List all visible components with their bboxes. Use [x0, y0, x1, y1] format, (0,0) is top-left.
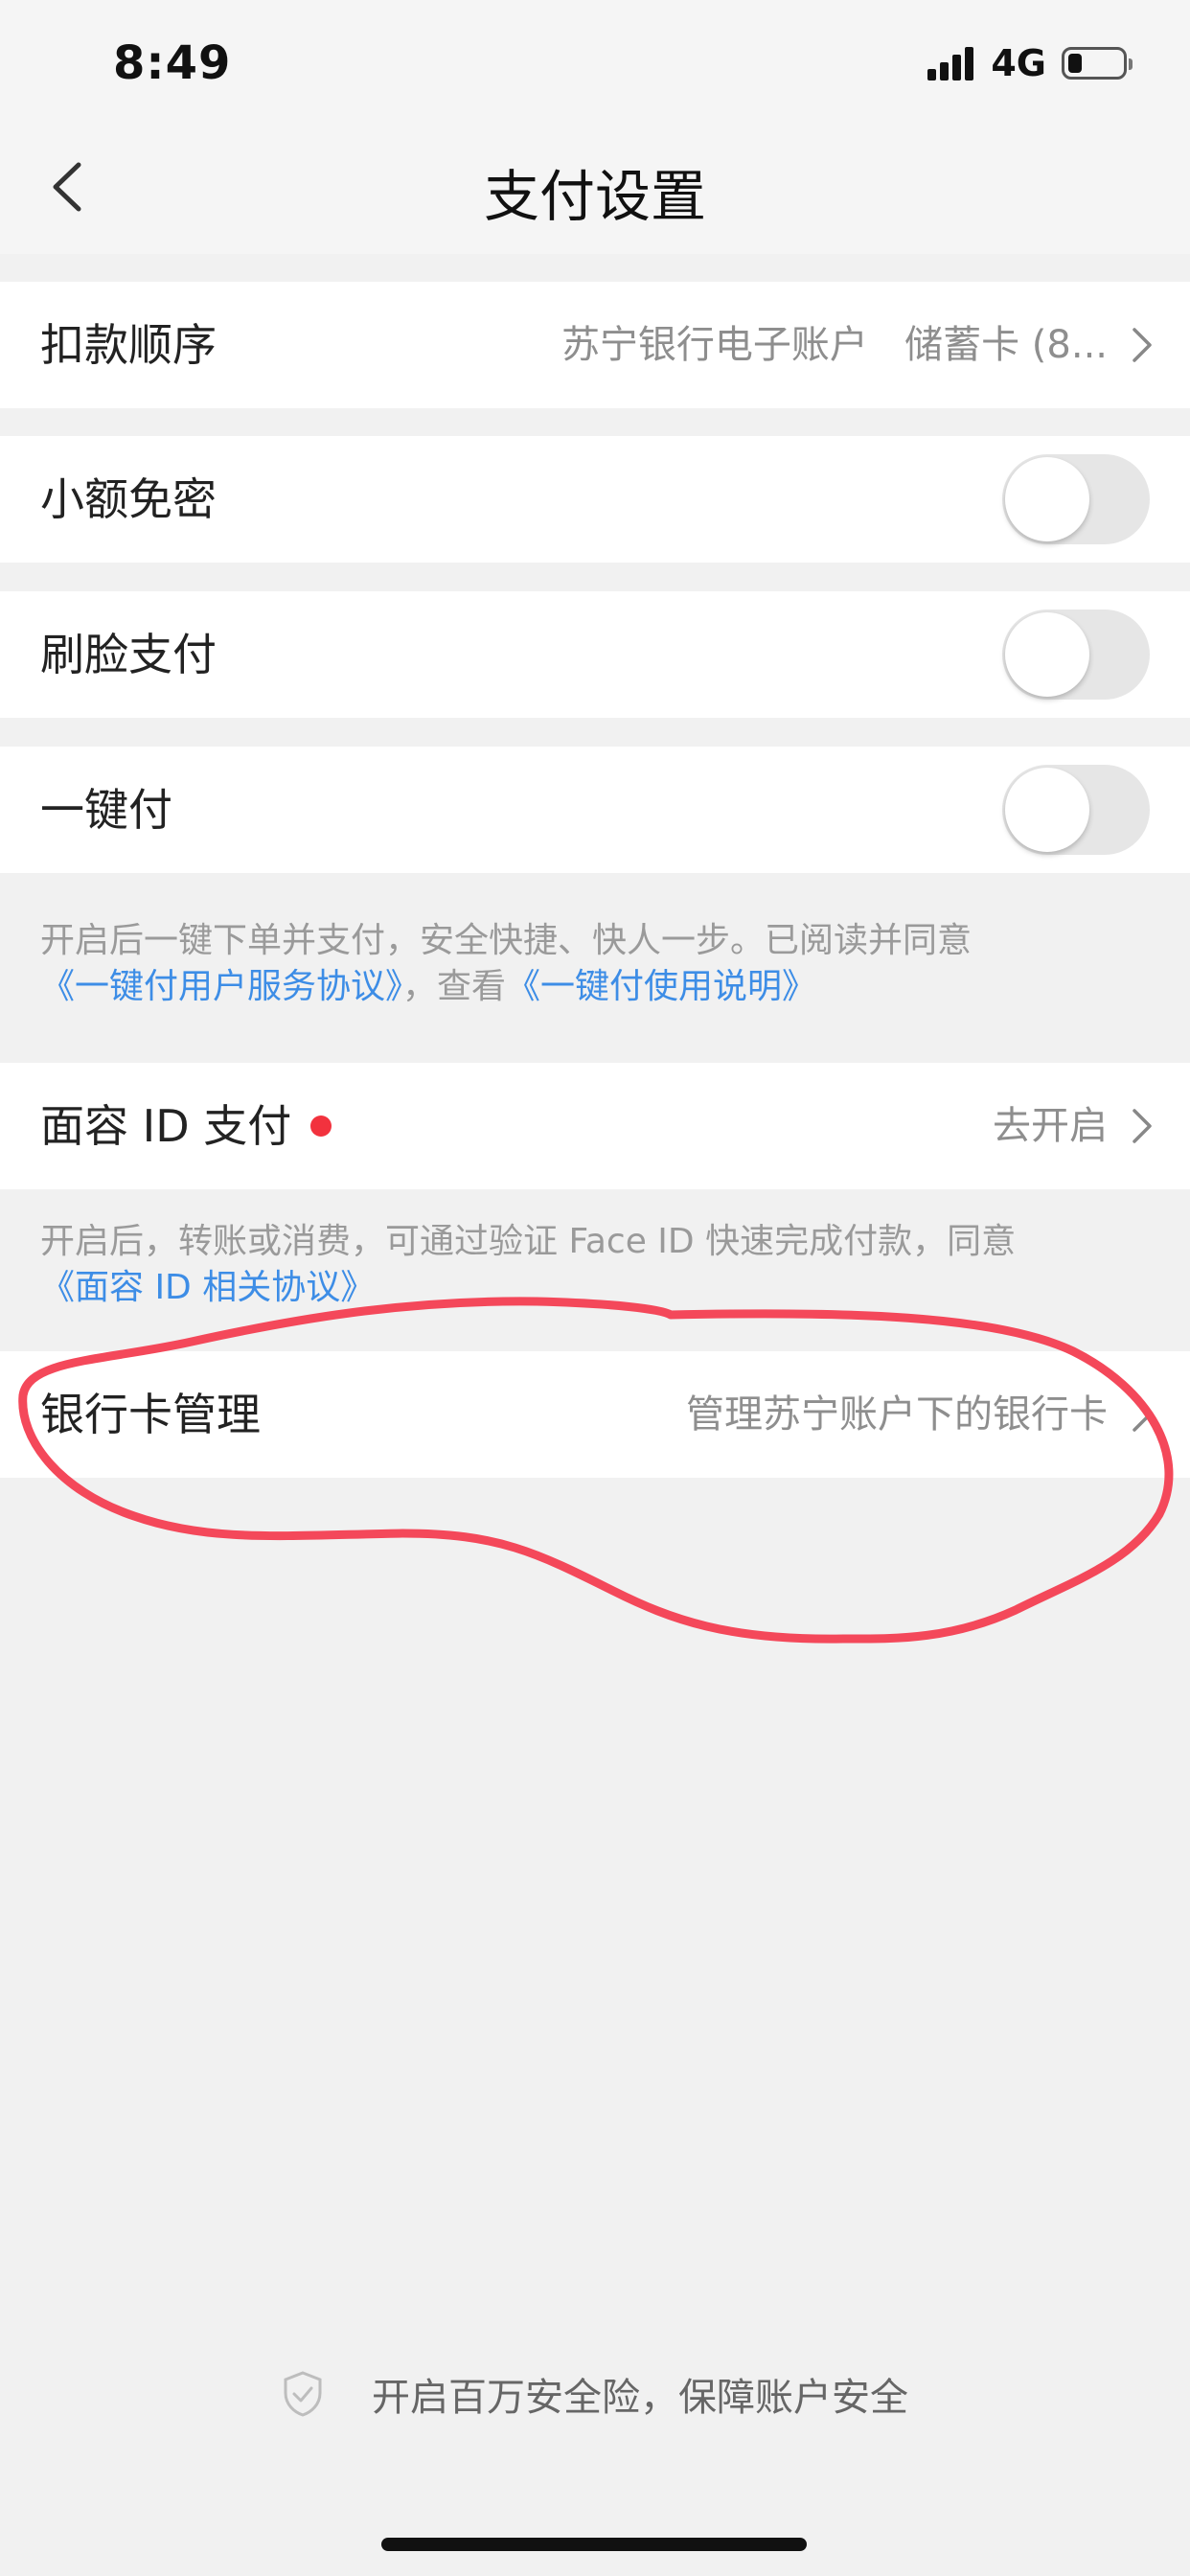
navigation-bar: 支付设置: [0, 125, 1190, 254]
one-click-pay-row: 一键付: [0, 747, 1190, 873]
one-click-pay-agreement-link[interactable]: 《一键付用户服务协议》: [40, 967, 402, 1006]
security-insurance-footer[interactable]: 开启百万安全险，保障账户安全: [0, 2365, 1190, 2423]
one-click-pay-instructions-link[interactable]: 《一键付使用说明》: [506, 967, 816, 1006]
status-indicators: 4G: [927, 42, 1133, 84]
one-click-pay-desc-middle: ，查看: [402, 967, 507, 1006]
face-id-pay-label-wrap: 面容 ID 支付: [40, 1063, 332, 1189]
shield-check-icon: [284, 2371, 322, 2417]
face-id-pay-description: 开启后，转账或消费，可通过验证 Face ID 快速完成付款，同意 《面容 ID…: [40, 1219, 1152, 1311]
face-id-pay-label: 面容 ID 支付: [40, 1100, 292, 1152]
network-type: 4G: [991, 42, 1046, 84]
status-time: 8:49: [113, 36, 232, 90]
face-id-pay-desc-text: 开启后，转账或消费，可通过验证 Face ID 快速完成付款，同意: [40, 1222, 1017, 1261]
new-badge-dot: [310, 1115, 332, 1137]
toggle-knob: [1005, 768, 1089, 852]
home-indicator[interactable]: [381, 2538, 807, 2551]
small-amount-no-password-label: 小额免密: [40, 473, 217, 525]
toggle-knob: [1005, 612, 1089, 697]
deduction-order-row[interactable]: 扣款顺序 苏宁银行电子账户 储蓄卡 (8...: [0, 282, 1190, 408]
one-click-pay-description: 开启后一键下单并支付，安全快捷、快人一步。已阅读并同意 《一键付用户服务协议》，…: [40, 918, 1152, 1010]
bank-card-management-row[interactable]: 银行卡管理 管理苏宁账户下的银行卡: [0, 1351, 1190, 1478]
bank-card-management-label: 银行卡管理: [40, 1389, 261, 1440]
one-click-pay-toggle[interactable]: [1002, 765, 1150, 855]
security-insurance-text: 开启百万安全险，保障账户安全: [372, 2376, 908, 2420]
one-click-pay-desc-text: 开启后一键下单并支付，安全快捷、快人一步。已阅读并同意: [40, 921, 973, 960]
status-bar: 8:49 4G: [0, 0, 1190, 125]
chevron-right-icon: [1133, 1397, 1152, 1432]
cellular-signal-icon: [927, 46, 977, 80]
toggle-knob: [1005, 457, 1089, 541]
battery-level: [1068, 54, 1082, 73]
bank-card-management-value: 管理苏宁账户下的银行卡: [686, 1392, 1108, 1437]
face-pay-label: 刷脸支付: [40, 629, 217, 680]
face-id-agreement-link[interactable]: 《面容 ID 相关协议》: [40, 1268, 375, 1307]
battery-icon: [1062, 47, 1133, 80]
deduction-order-label: 扣款顺序: [40, 319, 217, 371]
payment-settings-screen: 8:49 4G 支付设置 扣款顺序 苏宁银行电子账户 储蓄卡 (8... 小额免: [0, 0, 1190, 2576]
deduction-order-value: 苏宁银行电子账户 储蓄卡 (8...: [561, 323, 1108, 367]
chevron-right-icon: [1133, 1109, 1152, 1143]
face-pay-row: 刷脸支付: [0, 591, 1190, 718]
face-id-pay-value: 去开启: [993, 1104, 1108, 1148]
small-amount-no-password-toggle[interactable]: [1002, 454, 1150, 544]
chevron-right-icon: [1133, 328, 1152, 362]
page-title: 支付设置: [483, 164, 706, 229]
face-pay-toggle[interactable]: [1002, 610, 1150, 700]
face-id-pay-row[interactable]: 面容 ID 支付 去开启: [0, 1063, 1190, 1189]
small-amount-no-password-row: 小额免密: [0, 436, 1190, 563]
one-click-pay-label: 一键付: [40, 784, 172, 836]
